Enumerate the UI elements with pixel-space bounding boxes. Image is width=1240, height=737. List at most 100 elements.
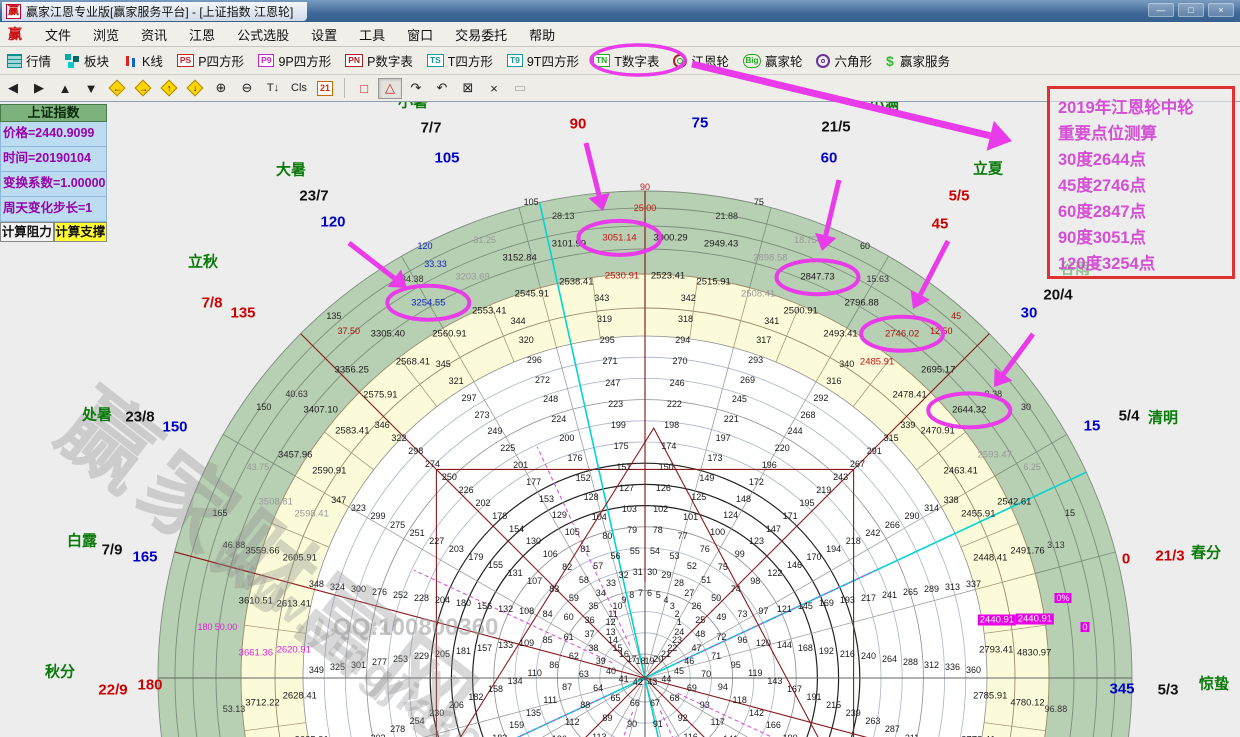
menu-item[interactable]: 资讯	[130, 22, 178, 47]
toolbar-label: 赢家轮	[765, 51, 803, 70]
tool-t-down[interactable]: T↓	[261, 78, 285, 99]
tool-zoom-in[interactable]: ⊕	[209, 78, 233, 99]
maximize-button[interactable]: □	[1178, 3, 1204, 17]
wheel-value: 18.75	[794, 235, 817, 245]
menu-item[interactable]: 交易委托	[444, 22, 518, 47]
tool-calendar[interactable]: 21	[313, 78, 337, 99]
tool-box-x[interactable]: ⊠	[456, 78, 480, 99]
calc-resistance-button[interactable]: 计算阻力	[0, 222, 54, 242]
toolbar-button-赢家服务[interactable]: $赢家服务	[879, 51, 957, 70]
toolbar-button-赢家轮[interactable]: Big赢家轮	[736, 51, 810, 70]
menu-item[interactable]: 工具	[348, 22, 396, 47]
toolbar-button-六角形[interactable]: 六角形	[809, 51, 879, 70]
badge: P9	[258, 54, 274, 67]
toolbar-button-9P四方形[interactable]: P99P四方形	[251, 51, 338, 70]
tool-shape-square[interactable]: □	[352, 78, 376, 99]
wheel-value: 344	[511, 316, 526, 326]
wheel-value: 202	[475, 498, 490, 508]
menu-item[interactable]: 江恩	[178, 22, 226, 47]
tool-shape-triangle[interactable]: △	[378, 78, 402, 99]
wheel-value: 172	[749, 477, 764, 487]
panel-rows: 价格=2440.9099时间=20190104变换系数=1.00000周天变化步…	[0, 122, 107, 222]
wheel-value: 32	[619, 570, 629, 580]
wheel-value: 55	[630, 546, 640, 556]
calc-support-button[interactable]: 计算支撑	[54, 222, 108, 242]
wheel-value: 221	[724, 414, 739, 424]
wheel-value: 45	[674, 666, 684, 676]
tool-cls[interactable]: Cls	[287, 78, 311, 99]
tool-rotate-ccw[interactable]: ↶	[430, 78, 454, 99]
wheel-value: 12	[606, 617, 616, 627]
toolbar-button-P数字表[interactable]: PNP数字表	[338, 51, 420, 70]
tool-pan-right[interactable]: →	[131, 78, 155, 99]
wheel-value: 2515.91	[696, 276, 730, 287]
wheel-value: 251	[410, 528, 425, 538]
wheel-value: 318	[678, 314, 693, 324]
wheel-value: 49	[716, 612, 726, 622]
wheel-value: 180	[197, 622, 212, 632]
tool-nav-right[interactable]: ▶	[27, 78, 51, 99]
tool-nav-up[interactable]: ▲	[53, 78, 77, 99]
wheel-value: 200	[559, 433, 574, 443]
wheel-value: 66	[630, 698, 640, 708]
wheel-outer-label: 小满	[869, 102, 899, 114]
wheel-value: 173	[708, 453, 723, 463]
wheel-outer-label: 23/7	[299, 188, 328, 205]
tool-nav-left[interactable]: ◀	[1, 78, 25, 99]
wheel-value: 93	[700, 700, 710, 710]
wheel-outer-label: 清明	[1148, 407, 1178, 428]
wheel-value: 243	[833, 472, 848, 482]
menu-item[interactable]: 文件	[34, 22, 82, 47]
wheel-value: 3101.99	[552, 239, 586, 250]
wheel-value: 346	[375, 420, 390, 430]
toolbar-button-行情[interactable]: 行情	[0, 51, 58, 70]
wheel-value: 345	[436, 359, 451, 369]
blocks-icon	[65, 54, 80, 68]
toolbar-button-板块[interactable]: 板块	[58, 51, 116, 70]
tool-display-off[interactable]: ▭	[508, 78, 532, 99]
menu-item[interactable]: 帮助	[518, 22, 566, 47]
wheel-value: 323	[351, 503, 366, 513]
wheel-value: 33.33	[424, 259, 447, 269]
wheel-value: 70	[701, 669, 711, 679]
tool-nav-down[interactable]: ▼	[79, 78, 103, 99]
tool-collapse[interactable]: ×	[482, 78, 506, 99]
tool-pan-up[interactable]: ↑	[157, 78, 181, 99]
close-button[interactable]: ×	[1208, 3, 1234, 17]
toolbar-button-江恩轮[interactable]: 江恩轮	[666, 51, 736, 70]
watermark-brand: 赢家财富网	[36, 354, 512, 737]
wheel-value: 2575.91	[363, 389, 397, 400]
wheel-value: 246	[670, 378, 685, 388]
menu-item[interactable]: 窗口	[396, 22, 444, 47]
minimize-button[interactable]: —	[1148, 3, 1174, 17]
wheel-outer-label: 小暑	[398, 102, 428, 112]
toolbar-button-T数字表[interactable]: TNT数字表	[586, 51, 666, 70]
wheel-value: 85	[543, 635, 553, 645]
wheel-value: 245	[732, 394, 747, 404]
toolbar-button-9T四方形[interactable]: T99T四方形	[500, 51, 586, 70]
wheel-value: 2478.41	[892, 389, 926, 400]
wheel-value: 176	[567, 453, 582, 463]
menu-logo-icon: 赢	[8, 24, 22, 44]
tool-pan-down[interactable]: ↓	[183, 78, 207, 99]
toolbar-button-K线[interactable]: K线	[116, 51, 170, 70]
wheel-outer-label: 90	[570, 116, 587, 133]
wheel-value: 223	[608, 399, 623, 409]
menu-item[interactable]: 设置	[300, 22, 348, 47]
tool-zoom-out[interactable]: ⊖	[235, 78, 259, 99]
wheel-outer-label: 21/5	[821, 119, 850, 136]
wheel-outer-label: 5/4	[1119, 408, 1140, 425]
wheel-value: 83	[549, 584, 559, 594]
wheel-value: 82	[562, 562, 572, 572]
toolbar-button-T四方形[interactable]: TST四方形	[420, 51, 500, 70]
badge: TN	[593, 54, 610, 67]
wheel-value: 171	[783, 511, 798, 521]
calendar-icon: 21	[317, 81, 333, 96]
tool-pan-left[interactable]: ←	[105, 78, 129, 99]
tool-rotate-cw[interactable]: ↷	[404, 78, 428, 99]
wheel-value: 97	[758, 606, 768, 616]
toolbar-button-P四方形[interactable]: PSP四方形	[170, 51, 251, 70]
menu-item[interactable]: 浏览	[82, 22, 130, 47]
wheel-value: 240	[861, 651, 876, 661]
menu-item[interactable]: 公式选股	[226, 22, 300, 47]
